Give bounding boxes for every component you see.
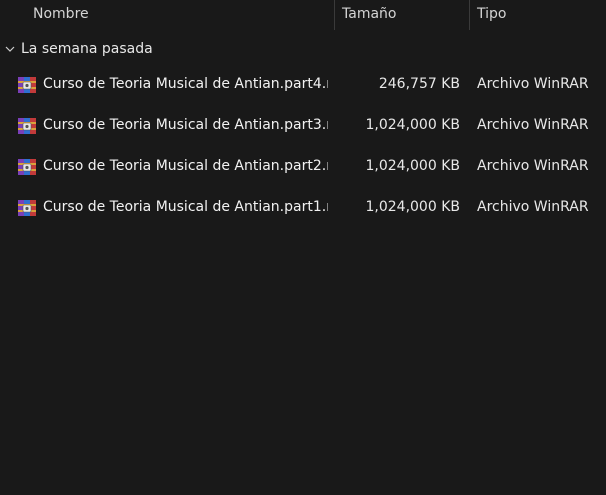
file-row[interactable]: Curso de Teoria Musical de Antian.part3.… — [0, 106, 606, 147]
winrar-archive-icon — [18, 77, 36, 93]
winrar-archive-icon — [18, 118, 36, 134]
winrar-archive-icon — [18, 159, 36, 175]
column-divider[interactable] — [469, 0, 470, 30]
group-label: La semana pasada — [21, 41, 153, 57]
file-row[interactable]: Curso de Teoria Musical de Antian.part1.… — [0, 188, 606, 229]
column-header-name[interactable]: Nombre — [33, 0, 331, 30]
file-name: Curso de Teoria Musical de Antian.part1.… — [43, 199, 328, 215]
file-type: Archivo WinRAR — [477, 117, 589, 133]
file-type: Archivo WinRAR — [477, 199, 589, 215]
file-type: Archivo WinRAR — [477, 76, 589, 92]
column-header-type[interactable]: Tipo — [477, 0, 606, 30]
column-divider[interactable] — [334, 0, 335, 30]
file-name: Curso de Teoria Musical de Antian.part2.… — [43, 158, 328, 174]
column-header-bar: Nombre Tamaño Tipo — [0, 0, 606, 30]
file-size: 1,024,000 KB — [365, 117, 461, 133]
file-explorer-list: Nombre Tamaño Tipo La semana pasada Curs… — [0, 0, 606, 495]
chevron-down-icon[interactable] — [5, 44, 15, 54]
file-row[interactable]: Curso de Teoria Musical de Antian.part2.… — [0, 147, 606, 188]
file-type: Archivo WinRAR — [477, 158, 589, 174]
winrar-archive-icon — [18, 200, 36, 216]
file-name: Curso de Teoria Musical de Antian.part3.… — [43, 117, 328, 133]
file-name: Curso de Teoria Musical de Antian.part4.… — [43, 76, 328, 92]
column-header-size[interactable]: Tamaño — [342, 0, 466, 30]
group-header-last-week[interactable]: La semana pasada — [0, 38, 606, 64]
file-size: 246,757 KB — [378, 76, 460, 92]
file-row[interactable]: Curso de Teoria Musical de Antian.part4.… — [0, 65, 606, 106]
file-size: 1,024,000 KB — [365, 158, 461, 174]
file-size: 1,024,000 KB — [365, 199, 461, 215]
